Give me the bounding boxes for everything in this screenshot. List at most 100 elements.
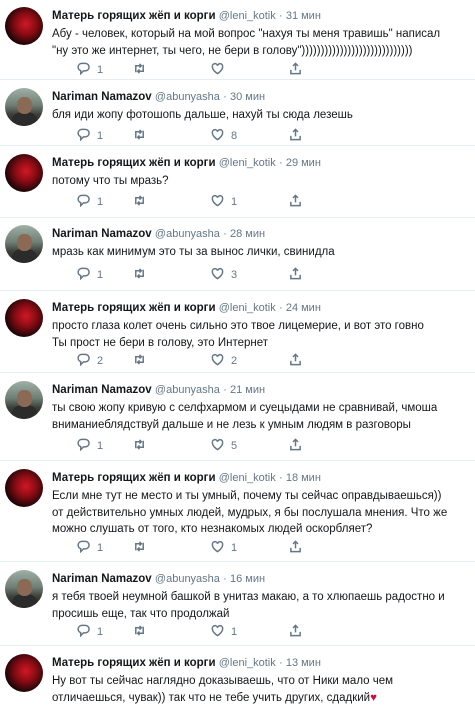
retweet-button[interactable]	[133, 62, 153, 78]
display-name[interactable]: Nariman Namazov	[52, 228, 152, 240]
tweet[interactable]: Матерь горящих жёп и корги @leni_kotik ·…	[0, 646, 475, 727]
reply-button[interactable]: 1	[77, 438, 103, 454]
user-handle[interactable]: @abunyasha	[155, 91, 220, 103]
user-handle[interactable]: @leni_kotik	[219, 472, 276, 484]
tweet[interactable]: Nariman Namazov @abunyasha · 21 мин ты с…	[0, 373, 475, 461]
tweet-line: бля иди жопу фотошопь дальше, нахуй ты с…	[52, 109, 353, 121]
reply-button[interactable]: 1	[77, 540, 103, 556]
tweet-header: Матерь горящих жёп и корги @leni_kotik ·…	[52, 9, 321, 23]
reply-count: 2	[97, 355, 104, 367]
avatar[interactable]	[5, 7, 43, 45]
display-name[interactable]: Nariman Namazov	[52, 573, 152, 585]
share-button[interactable]	[289, 62, 302, 78]
tweet[interactable]: Матерь горящих жёп и корги @leni_kotik ·…	[0, 291, 475, 373]
tweet[interactable]: Nariman Namazov @abunyasha · 16 мин я те…	[0, 562, 475, 646]
timestamp[interactable]: 28 мин	[230, 228, 265, 240]
tweet[interactable]: Матерь горящих жёп и корги @leni_kotik ·…	[0, 146, 475, 218]
like-button[interactable]: 8	[211, 128, 237, 144]
user-handle[interactable]: @leni_kotik	[219, 157, 276, 169]
display-name[interactable]: Матерь горящих жёп и корги	[52, 657, 216, 669]
share-icon	[289, 540, 302, 556]
retweet-button[interactable]	[133, 267, 153, 283]
display-name[interactable]: Nariman Namazov	[52, 91, 152, 103]
reply-icon	[77, 62, 90, 78]
heart-icon	[211, 624, 224, 640]
like-count: 1	[231, 542, 238, 554]
like-count: 3	[231, 269, 238, 281]
timestamp[interactable]: 21 мин	[230, 384, 265, 396]
user-handle[interactable]: @abunyasha	[155, 573, 220, 585]
user-handle[interactable]: @abunyasha	[155, 228, 220, 240]
user-handle[interactable]: @leni_kotik	[219, 302, 276, 314]
avatar[interactable]	[5, 469, 43, 507]
retweet-icon	[133, 624, 146, 640]
tweet-header: Nariman Namazov @abunyasha · 30 мин	[52, 90, 265, 104]
share-button[interactable]	[289, 194, 302, 210]
avatar[interactable]	[5, 299, 43, 337]
like-button[interactable]: 2	[211, 353, 237, 369]
reply-button[interactable]: 1	[77, 128, 103, 144]
reply-button[interactable]: 2	[77, 353, 103, 369]
like-button[interactable]	[211, 62, 231, 78]
reply-button[interactable]: 1	[77, 62, 103, 78]
retweet-icon	[133, 267, 146, 283]
display-name[interactable]: Матерь горящих жёп и корги	[52, 157, 216, 169]
timestamp[interactable]: 30 мин	[230, 91, 265, 103]
like-button[interactable]: 1	[211, 194, 237, 210]
reply-icon	[77, 624, 90, 640]
share-button[interactable]	[289, 128, 302, 144]
timestamp[interactable]: 13 мин	[286, 657, 321, 669]
reply-count: 1	[97, 64, 104, 76]
tweet[interactable]: Nariman Namazov @abunyasha · 30 мин бля …	[0, 80, 475, 146]
separator-dot: ·	[278, 657, 283, 669]
tweet[interactable]: Матерь горящих жёп и корги @leni_kotik ·…	[0, 461, 475, 562]
reply-button[interactable]: 1	[77, 267, 103, 283]
avatar[interactable]	[5, 381, 43, 419]
retweet-button[interactable]	[133, 194, 153, 210]
retweet-button[interactable]	[133, 353, 153, 369]
retweet-button[interactable]	[133, 624, 153, 640]
tweet-line: Если мне тут не место и ты умный, почему…	[52, 490, 442, 502]
user-handle[interactable]: @leni_kotik	[219, 657, 276, 669]
reply-icon	[77, 267, 90, 283]
timestamp[interactable]: 16 мин	[230, 573, 265, 585]
timestamp[interactable]: 24 мин	[286, 302, 321, 314]
timestamp[interactable]: 29 мин	[286, 157, 321, 169]
tweet[interactable]: Матерь горящих жёп и корги @leni_kotik ·…	[0, 0, 475, 80]
tweet-header: Матерь горящих жёп и корги @leni_kotik ·…	[52, 156, 321, 170]
user-handle[interactable]: @abunyasha	[155, 384, 220, 396]
display-name[interactable]: Матерь горящих жёп и корги	[52, 472, 216, 484]
share-button[interactable]	[289, 267, 302, 283]
separator-dot: ·	[223, 384, 227, 396]
share-button[interactable]	[289, 438, 302, 454]
avatar[interactable]	[5, 154, 43, 192]
avatar[interactable]	[5, 88, 43, 126]
like-button[interactable]: 3	[211, 267, 237, 283]
share-icon	[289, 62, 302, 78]
avatar[interactable]	[5, 225, 43, 263]
retweet-button[interactable]	[133, 438, 153, 454]
share-button[interactable]	[289, 540, 302, 556]
like-count: 1	[231, 626, 238, 638]
share-button[interactable]	[289, 353, 302, 369]
display-name[interactable]: Матерь горящих жёп и корги	[52, 10, 216, 22]
retweet-button[interactable]	[133, 128, 153, 144]
display-name[interactable]: Матерь горящих жёп и корги	[52, 302, 216, 314]
user-handle[interactable]: @leni_kotik	[219, 10, 276, 22]
share-button[interactable]	[289, 624, 302, 640]
like-button[interactable]: 1	[211, 540, 237, 556]
like-button[interactable]: 5	[211, 438, 237, 454]
timestamp[interactable]: 18 мин	[286, 472, 321, 484]
tweet[interactable]: Nariman Namazov @abunyasha · 28 мин мраз…	[0, 218, 475, 291]
avatar[interactable]	[5, 654, 43, 692]
tweet-actions: 1 8	[52, 128, 312, 144]
reply-button[interactable]: 1	[77, 624, 103, 640]
timestamp[interactable]: 31 мин	[286, 10, 321, 22]
retweet-icon	[133, 128, 146, 144]
tweet-line: ты свою жопу кривую с селфхармом и суецы…	[52, 402, 438, 414]
avatar[interactable]	[5, 570, 43, 608]
display-name[interactable]: Nariman Namazov	[52, 384, 152, 396]
retweet-button[interactable]	[133, 540, 153, 556]
like-button[interactable]: 1	[211, 624, 237, 640]
reply-button[interactable]: 1	[77, 194, 103, 210]
